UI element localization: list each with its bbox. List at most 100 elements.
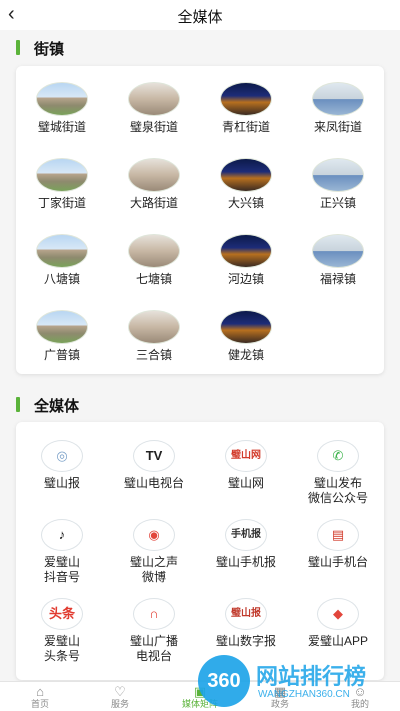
tab-label: 服务 [110, 699, 129, 709]
section-accent-bar [16, 40, 20, 55]
media-item[interactable]: TV 璧山电视台 [108, 440, 200, 506]
media-label-line2: 抖音号 [43, 570, 80, 584]
street-item[interactable]: 健龙镇 [200, 310, 292, 368]
media-label: 爱璧山 [43, 634, 80, 648]
home-icon: ⌂ [36, 684, 44, 699]
media-icon-glyph: 璧山网 [231, 450, 261, 461]
media-card: ◎ 璧山报 TV 璧山电视台 璧山网 璧山网 ✆ 璧山发布 微信公众号 ♪ 爱璧山 抖音号 ◉ 璧山之声微… [16, 422, 384, 680]
media-label-line2: 头条号 [43, 649, 80, 663]
street-item[interactable]: 七塘镇 [108, 234, 200, 292]
toutiao-icon: 头条 [41, 598, 83, 630]
watermark-badge: 360 [198, 655, 250, 707]
media-icon-glyph: TV [145, 448, 163, 463]
media-label: 爱璧山 [43, 555, 80, 569]
street-label: 三合镇 [135, 348, 172, 362]
tab-service[interactable]: ♡ 服务 [80, 682, 160, 711]
street-item[interactable]: 丁家街道 [16, 158, 108, 216]
street-item[interactable]: 大路街道 [108, 158, 200, 216]
media-label: 璧山电视台 [123, 476, 184, 490]
media-item[interactable]: ◎ 璧山报 [16, 440, 108, 506]
street-item[interactable]: 璧城街道 [16, 82, 108, 140]
media-label: 璧山之声 [129, 555, 178, 569]
street-label: 璧泉街道 [129, 120, 178, 134]
street-label: 广普镇 [43, 348, 80, 362]
street-label: 正兴镇 [319, 196, 356, 210]
app-icon: ◆ [317, 598, 359, 630]
street-photo [128, 310, 180, 344]
media-item[interactable]: ♪ 爱璧山 抖音号 [16, 519, 108, 585]
douyin-icon: ♪ [41, 519, 83, 551]
media-label-line2: 电视台 [135, 649, 172, 663]
street-photo [36, 158, 88, 192]
service-icon: ♡ [114, 684, 126, 699]
newspaper-icon: ◎ [41, 440, 83, 472]
media-label: 璧山广播 [129, 634, 178, 648]
media-icon-glyph: 头条 [48, 606, 75, 621]
street-label: 大路街道 [129, 196, 178, 210]
street-item[interactable]: 青杠街道 [200, 82, 292, 140]
media-item[interactable]: 手机报 璧山手机报 [200, 519, 292, 585]
media-icon-glyph: ✆ [332, 448, 344, 463]
media-label: 璧山网 [227, 476, 264, 490]
media-item[interactable]: ▤ 璧山手机台 [292, 519, 384, 585]
media-icon-glyph: ◎ [56, 448, 68, 463]
street-photo [312, 234, 364, 268]
street-item[interactable]: 璧泉街道 [108, 82, 200, 140]
media-item[interactable]: ◉ 璧山之声 微博 [108, 519, 200, 585]
media-icon-glyph: ▤ [331, 527, 345, 542]
media-icon-glyph: ∩ [149, 606, 159, 621]
street-label: 青杠街道 [221, 120, 270, 134]
watermark-text: 网站排行榜 [256, 664, 367, 689]
street-photo [36, 82, 88, 116]
street-photo [36, 310, 88, 344]
page-title: 全媒体 [177, 9, 223, 26]
tv-icon: TV [133, 440, 175, 472]
media-item[interactable]: ∩ 璧山广播 电视台 [108, 598, 200, 664]
street-label: 八塘镇 [43, 272, 80, 286]
radio-icon: ∩ [133, 598, 175, 630]
media-label: 爱璧山APP [307, 634, 368, 648]
digital-paper-icon: 璧山报 [225, 598, 267, 630]
street-label: 来凤街道 [313, 120, 362, 134]
top-bar: ‹ 全媒体 [0, 0, 400, 30]
website-icon: 璧山网 [225, 440, 267, 472]
tab-label: 首页 [30, 699, 49, 709]
street-photo [128, 234, 180, 268]
watermark: 360 网站排行榜 WANGZHAN360.CN [198, 655, 398, 711]
media-item[interactable]: ✆ 璧山发布 微信公众号 [292, 440, 384, 506]
street-photo [220, 234, 272, 268]
watermark-subtext: WANGZHAN360.CN [258, 689, 350, 700]
media-icon-glyph: ◉ [148, 527, 160, 542]
street-label: 丁家街道 [37, 196, 86, 210]
street-photo [220, 310, 272, 344]
media-icon-glyph: 手机报 [231, 529, 261, 540]
streets-card: 璧城街道 璧泉街道 青杠街道 来凤街道丁家街道 大路街道 大兴镇 正兴镇八塘镇 七塘镇 河边镇 福… [16, 66, 384, 374]
media-label: 璧山数字报 [215, 634, 276, 648]
media-label: 璧山手机报 [215, 555, 276, 569]
street-photo [128, 158, 180, 192]
tab-home[interactable]: ⌂ 首页 [0, 682, 80, 711]
street-photo [36, 234, 88, 268]
media-section-title: 全媒体 [34, 398, 80, 415]
street-item[interactable]: 来凤街道 [292, 82, 384, 140]
street-item[interactable]: 八塘镇 [16, 234, 108, 292]
mobile-tv-icon: ▤ [317, 519, 359, 551]
street-photo [220, 158, 272, 192]
weibo-icon: ◉ [133, 519, 175, 551]
street-item[interactable]: 广普镇 [16, 310, 108, 368]
media-icon-glyph: 璧山报 [231, 608, 261, 619]
street-item[interactable]: 福禄镇 [292, 234, 384, 292]
media-icon-glyph: ◆ [333, 606, 343, 621]
street-item[interactable]: 河边镇 [200, 234, 292, 292]
media-item[interactable]: 璧山网 璧山网 [200, 440, 292, 506]
media-label: 璧山发布 [313, 476, 362, 490]
street-item[interactable]: 三合镇 [108, 310, 200, 368]
media-item[interactable]: 头条 爱璧山 头条号 [16, 598, 108, 664]
street-label: 璧城街道 [37, 120, 86, 134]
section-accent-bar [16, 397, 20, 412]
street-item[interactable]: 大兴镇 [200, 158, 292, 216]
street-item[interactable]: 正兴镇 [292, 158, 384, 216]
mobile-paper-icon: 手机报 [225, 519, 267, 551]
street-label: 河边镇 [227, 272, 264, 286]
street-label: 健龙镇 [227, 348, 264, 362]
